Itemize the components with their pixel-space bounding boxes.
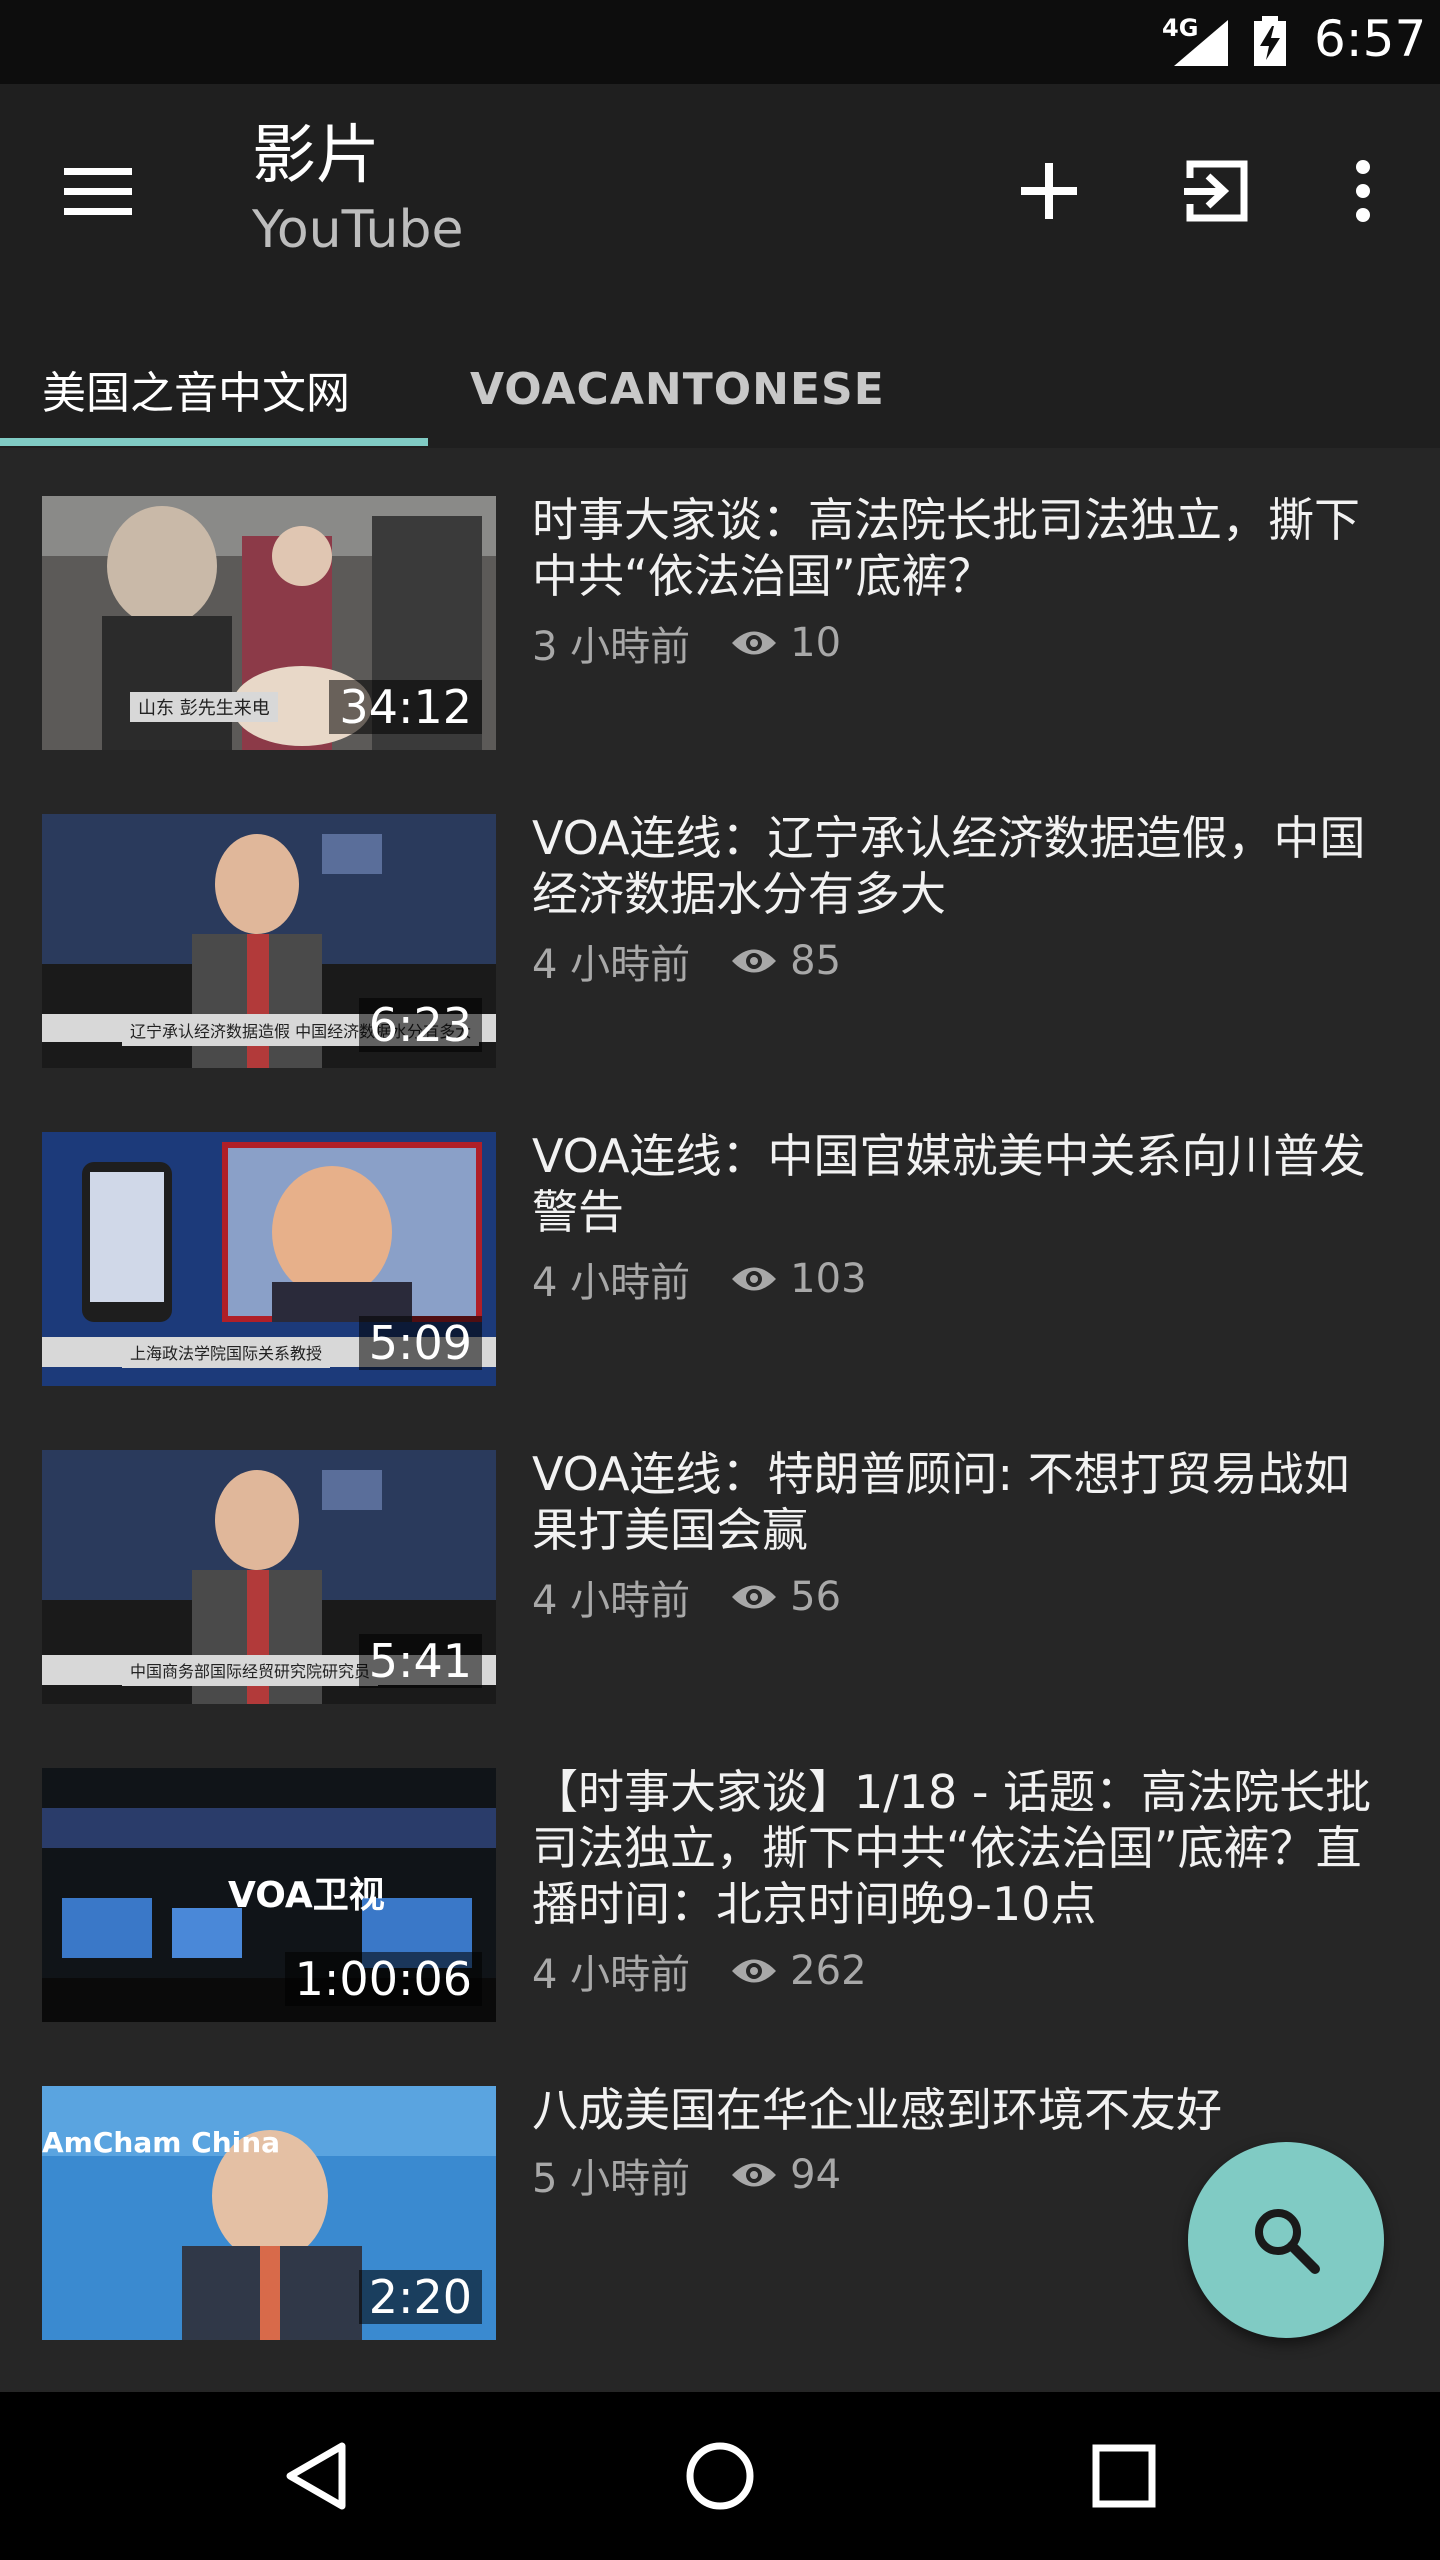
video-views: 262 bbox=[790, 1948, 867, 1994]
eye-icon bbox=[732, 1585, 777, 1609]
tab-indicator bbox=[0, 438, 428, 446]
video-thumbnail[interactable]: 中国商务部国际经贸研究院研究员 5:41 bbox=[42, 1450, 496, 1704]
video-views: 10 bbox=[790, 620, 842, 666]
clock: 6:57 bbox=[1314, 10, 1427, 68]
eye-icon bbox=[732, 1959, 777, 1983]
tab-voa-cantonese[interactable]: VOACANTONESE bbox=[470, 330, 885, 448]
video-meta: 5 小時前 94 bbox=[532, 2146, 841, 2204]
video-meta: 4 小時前 103 bbox=[532, 1250, 867, 1308]
video-age: 4 小時前 bbox=[532, 942, 691, 988]
video-meta: 4 小時前 56 bbox=[532, 1568, 841, 1626]
back-icon bbox=[286, 2442, 346, 2510]
more-vert-icon bbox=[1356, 160, 1370, 222]
video-views: 85 bbox=[790, 938, 842, 984]
menu-icon bbox=[64, 168, 132, 215]
video-duration: 2:20 bbox=[358, 2270, 482, 2324]
home-icon bbox=[686, 2442, 754, 2510]
search-fab[interactable] bbox=[1188, 2142, 1384, 2338]
video-duration: 5:41 bbox=[358, 1634, 482, 1688]
add-button[interactable] bbox=[994, 136, 1104, 246]
video-meta: 3 小時前 10 bbox=[532, 614, 841, 672]
video-title[interactable]: VOA连线：中国官媒就美中关系向川普发警告 bbox=[532, 1128, 1392, 1240]
video-title[interactable]: VOA连线：特朗普顾问: 不想打贸易战如果打美国会赢 bbox=[532, 1446, 1392, 1558]
eye-icon bbox=[732, 949, 777, 973]
video-thumbnail[interactable]: 山东 彭先生来电 34:12 bbox=[42, 496, 496, 750]
more-options-button[interactable] bbox=[1308, 136, 1418, 246]
video-views: 56 bbox=[790, 1574, 842, 1620]
video-item[interactable]: 中国商务部国际经贸研究院研究员 5:41 VOA连线：特朗普顾问: 不想打贸易战… bbox=[0, 1402, 1440, 1720]
thumbnail-caption: 中国商务部国际经贸研究院研究员 bbox=[122, 1656, 379, 1686]
exit-icon bbox=[1184, 160, 1248, 222]
recents-icon bbox=[1092, 2444, 1156, 2508]
eye-icon bbox=[732, 1267, 777, 1291]
video-thumbnail[interactable]: 上海政法学院国际关系教授 5:09 bbox=[42, 1132, 496, 1386]
video-item[interactable]: VOA卫视 1:00:06 【时事大家谈】1/18 - 话题：高法院长批司法独立… bbox=[0, 1720, 1440, 2092]
video-title[interactable]: 八成美国在华企业感到环境不友好 bbox=[532, 2082, 1392, 2138]
app-bar: 影片 YouTube 美国之音中文网 VOACANTONESE bbox=[0, 84, 1440, 448]
page-subtitle: YouTube bbox=[252, 200, 464, 260]
video-age: 3 小時前 bbox=[532, 624, 691, 670]
page-title: 影片 bbox=[252, 119, 380, 193]
thumbnail-caption: VOA卫视 bbox=[228, 1875, 385, 1916]
video-duration: 1:00:06 bbox=[284, 1952, 482, 2006]
thumbnail-caption: 上海政法学院国际关系教授 bbox=[122, 1338, 331, 1368]
video-age: 5 小時前 bbox=[532, 2156, 691, 2202]
video-views: 103 bbox=[790, 1256, 867, 1302]
eye-icon bbox=[732, 2163, 777, 2187]
video-views: 94 bbox=[790, 2152, 842, 2198]
menu-button[interactable] bbox=[50, 144, 146, 240]
battery-charging-icon bbox=[1254, 16, 1286, 66]
tab-bar: 美国之音中文网 VOACANTONESE bbox=[0, 330, 1440, 448]
video-title[interactable]: 时事大家谈：高法院长批司法独立，撕下中共“依法治国”底裤？ bbox=[532, 492, 1392, 604]
recents-button[interactable] bbox=[1064, 2416, 1184, 2536]
video-thumbnail[interactable]: 辽宁承认经济数据造假 中国经济数据水分有多大 6:23 bbox=[42, 814, 496, 1068]
video-age: 4 小時前 bbox=[532, 1260, 691, 1306]
back-button[interactable] bbox=[256, 2416, 376, 2536]
add-icon bbox=[1021, 163, 1077, 219]
thumbnail-caption: 山东 彭先生来电 bbox=[130, 692, 278, 722]
search-icon bbox=[1255, 2209, 1320, 2274]
video-age: 4 小時前 bbox=[532, 1578, 691, 1624]
video-meta: 4 小時前 262 bbox=[532, 1942, 867, 2000]
video-age: 4 小時前 bbox=[532, 1952, 691, 1998]
eye-icon bbox=[732, 631, 777, 655]
video-list[interactable]: 山东 彭先生来电 34:12 时事大家谈：高法院长批司法独立，撕下中共“依法治国… bbox=[0, 448, 1440, 2392]
thumbnail-caption: AmCham China bbox=[42, 2126, 281, 2159]
video-item[interactable]: 上海政法学院国际关系教授 5:09 VOA连线：中国官媒就美中关系向川普发警告 … bbox=[0, 1084, 1440, 1402]
tab-voa-chinese[interactable]: 美国之音中文网 bbox=[42, 330, 350, 448]
home-button[interactable] bbox=[660, 2416, 780, 2536]
status-bar: 4G 6:57 bbox=[0, 0, 1440, 84]
video-duration: 6:23 bbox=[358, 998, 482, 1052]
video-duration: 5:09 bbox=[358, 1316, 482, 1370]
signal-icon bbox=[1174, 20, 1228, 66]
video-duration: 34:12 bbox=[329, 680, 482, 734]
video-item[interactable]: 辽宁承认经济数据造假 中国经济数据水分有多大 6:23 VOA连线：辽宁承认经济… bbox=[0, 766, 1440, 1084]
video-title[interactable]: 【时事大家谈】1/18 - 话题：高法院长批司法独立，撕下中共“依法治国”底裤？… bbox=[532, 1764, 1392, 1932]
video-title[interactable]: VOA连线：辽宁承认经济数据造假，中国经济数据水分有多大 bbox=[532, 810, 1392, 922]
exit-button[interactable] bbox=[1162, 136, 1272, 246]
system-nav-bar bbox=[0, 2392, 1440, 2560]
video-item[interactable]: 山东 彭先生来电 34:12 时事大家谈：高法院长批司法独立，撕下中共“依法治国… bbox=[0, 448, 1440, 766]
video-thumbnail[interactable]: VOA卫视 1:00:06 bbox=[42, 1768, 496, 2022]
video-meta: 4 小時前 85 bbox=[532, 932, 841, 990]
video-thumbnail[interactable]: AmCham China 2:20 bbox=[42, 2086, 496, 2340]
